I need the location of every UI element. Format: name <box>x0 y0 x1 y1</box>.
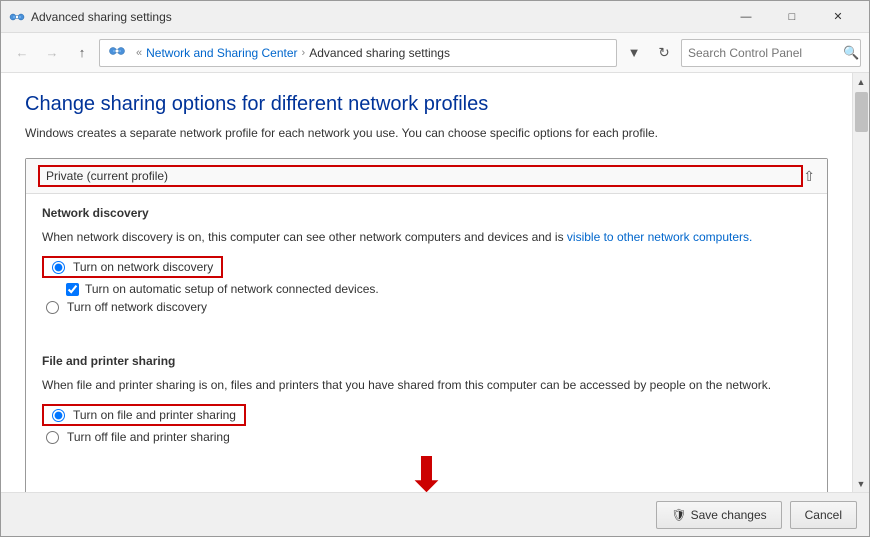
nd-auto-setup-option: Turn on automatic setup of network conne… <box>66 282 811 296</box>
refresh-button[interactable]: ↻ <box>651 40 677 66</box>
down-arrow-icon: ⬇ <box>406 452 446 492</box>
path-current: Advanced sharing settings <box>309 46 450 60</box>
private-profile-chevron: ⇧ <box>803 168 815 185</box>
file-sharing-title: File and printer sharing <box>42 354 811 368</box>
main-content: Change sharing options for different net… <box>1 73 852 492</box>
up-button[interactable]: ↑ <box>69 40 95 66</box>
save-icon: 🛡 <box>671 508 686 522</box>
titlebar-icon <box>9 9 25 25</box>
nd-on-radio[interactable] <box>52 261 65 274</box>
path-separator-1: « <box>136 47 142 59</box>
footer: 🛡 Save changes Cancel <box>1 492 869 536</box>
scroll-thumb[interactable] <box>855 92 868 132</box>
fs-on-option[interactable]: Turn on file and printer sharing <box>42 404 811 426</box>
path-root[interactable]: Network and Sharing Center <box>146 46 297 60</box>
arrow-container: ⬇ <box>42 452 811 492</box>
nd-auto-checkbox[interactable] <box>66 283 79 296</box>
nd-on-option[interactable]: Turn on network discovery <box>42 256 811 278</box>
nd-auto-label[interactable]: Turn on automatic setup of network conne… <box>85 282 379 296</box>
private-profile-content: Network discovery When network discovery… <box>26 194 827 492</box>
titlebar-controls: — □ ✕ <box>723 1 861 33</box>
scroll-up-button[interactable]: ▲ <box>853 73 870 90</box>
private-profile-header[interactable]: Private (current profile) ⇧ <box>26 159 827 194</box>
content-area: Change sharing options for different net… <box>1 73 869 492</box>
fs-on-label[interactable]: Turn on file and printer sharing <box>73 408 236 422</box>
path-icon <box>108 42 126 63</box>
scroll-down-button[interactable]: ▼ <box>853 475 870 492</box>
file-sharing-desc: When file and printer sharing is on, fil… <box>42 376 811 394</box>
network-discovery-section: Network discovery When network discovery… <box>42 206 811 314</box>
fs-off-radio[interactable] <box>46 431 59 444</box>
cancel-button[interactable]: Cancel <box>790 501 857 529</box>
section-divider <box>42 328 811 340</box>
minimize-button[interactable]: — <box>723 1 769 33</box>
fs-on-radio[interactable] <box>52 409 65 422</box>
nd-off-radio[interactable] <box>46 301 59 314</box>
titlebar: Advanced sharing settings — □ ✕ <box>1 1 869 33</box>
nd-on-label[interactable]: Turn on network discovery <box>73 260 213 274</box>
path-dropdown-button[interactable]: ▼ <box>621 40 647 66</box>
search-icon: 🔍 <box>843 45 859 61</box>
maximize-button[interactable]: □ <box>769 1 815 33</box>
addressbar: ← → ↑ « Network and Sharing Center › Adv… <box>1 33 869 73</box>
scroll-track <box>853 90 869 475</box>
private-profile-title: Private (current profile) <box>38 165 803 187</box>
forward-button[interactable]: → <box>39 40 65 66</box>
address-path: « Network and Sharing Center › Advanced … <box>99 39 617 67</box>
scrollbar: ▲ ▼ <box>852 73 869 492</box>
file-sharing-section: File and printer sharing When file and p… <box>42 354 811 444</box>
save-changes-button[interactable]: 🛡 Save changes <box>656 501 781 529</box>
window: Advanced sharing settings — □ ✕ ← → ↑ « … <box>0 0 870 537</box>
network-discovery-title: Network discovery <box>42 206 811 220</box>
search-input[interactable] <box>688 46 843 60</box>
titlebar-title: Advanced sharing settings <box>31 10 723 24</box>
page-title: Change sharing options for different net… <box>25 93 828 116</box>
page-description: Windows creates a separate network profi… <box>25 124 828 142</box>
path-separator-2: › <box>302 47 306 59</box>
back-button[interactable]: ← <box>9 40 35 66</box>
close-button[interactable]: ✕ <box>815 1 861 33</box>
save-label: Save changes <box>691 508 767 522</box>
nd-on-highlighted: Turn on network discovery <box>42 256 223 278</box>
nd-off-label[interactable]: Turn off network discovery <box>67 300 207 314</box>
fs-off-option[interactable]: Turn off file and printer sharing <box>46 430 811 444</box>
fs-off-label[interactable]: Turn off file and printer sharing <box>67 430 230 444</box>
private-profile-section: Private (current profile) ⇧ Network disc… <box>25 158 828 492</box>
fs-on-highlighted: Turn on file and printer sharing <box>42 404 246 426</box>
nd-off-option[interactable]: Turn off network discovery <box>46 300 811 314</box>
search-box: 🔍 <box>681 39 861 67</box>
network-discovery-desc: When network discovery is on, this compu… <box>42 228 811 246</box>
